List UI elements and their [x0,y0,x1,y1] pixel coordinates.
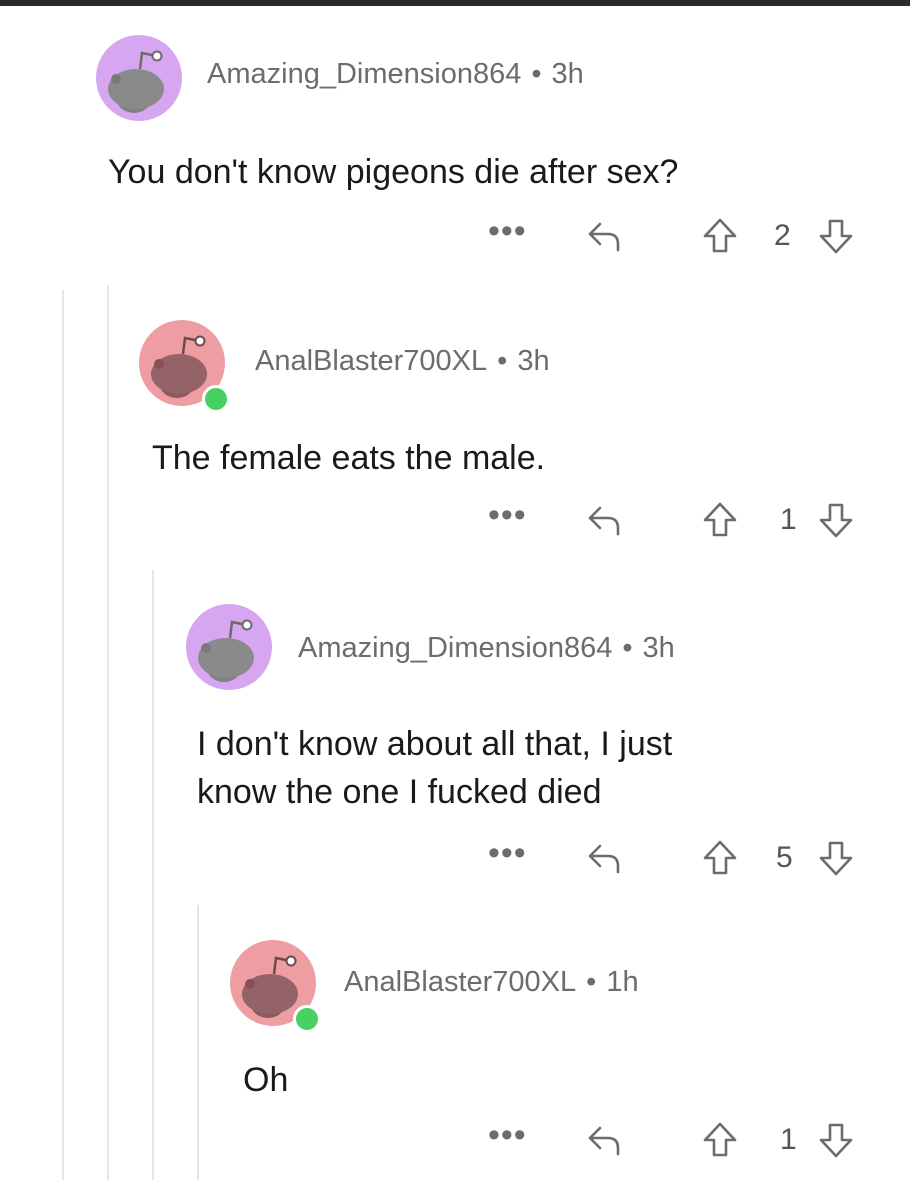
comment-meta: AnalBlaster700XL • 1h [344,966,639,999]
reply-button[interactable] [586,1120,622,1160]
timestamp: 1h [606,966,639,998]
username[interactable]: AnalBlaster700XL [344,966,576,998]
comment-4: AnalBlaster700XL • 1h Oh ••• 1 [0,0,910,1180]
downvote-arrow-icon [819,1123,853,1158]
upvote-arrow-icon [703,1122,737,1157]
reply-arrow-icon [588,1126,620,1156]
online-status-dot [293,1005,321,1033]
downvote-button[interactable] [818,1120,854,1160]
vote-count: 1 [780,1123,797,1156]
more-options-button[interactable]: ••• [488,1118,527,1152]
comment-body: Oh [243,1061,289,1099]
meta-separator: • [586,966,597,998]
comment-actions: ••• 1 [488,1118,868,1160]
upvote-button[interactable] [702,1120,738,1160]
